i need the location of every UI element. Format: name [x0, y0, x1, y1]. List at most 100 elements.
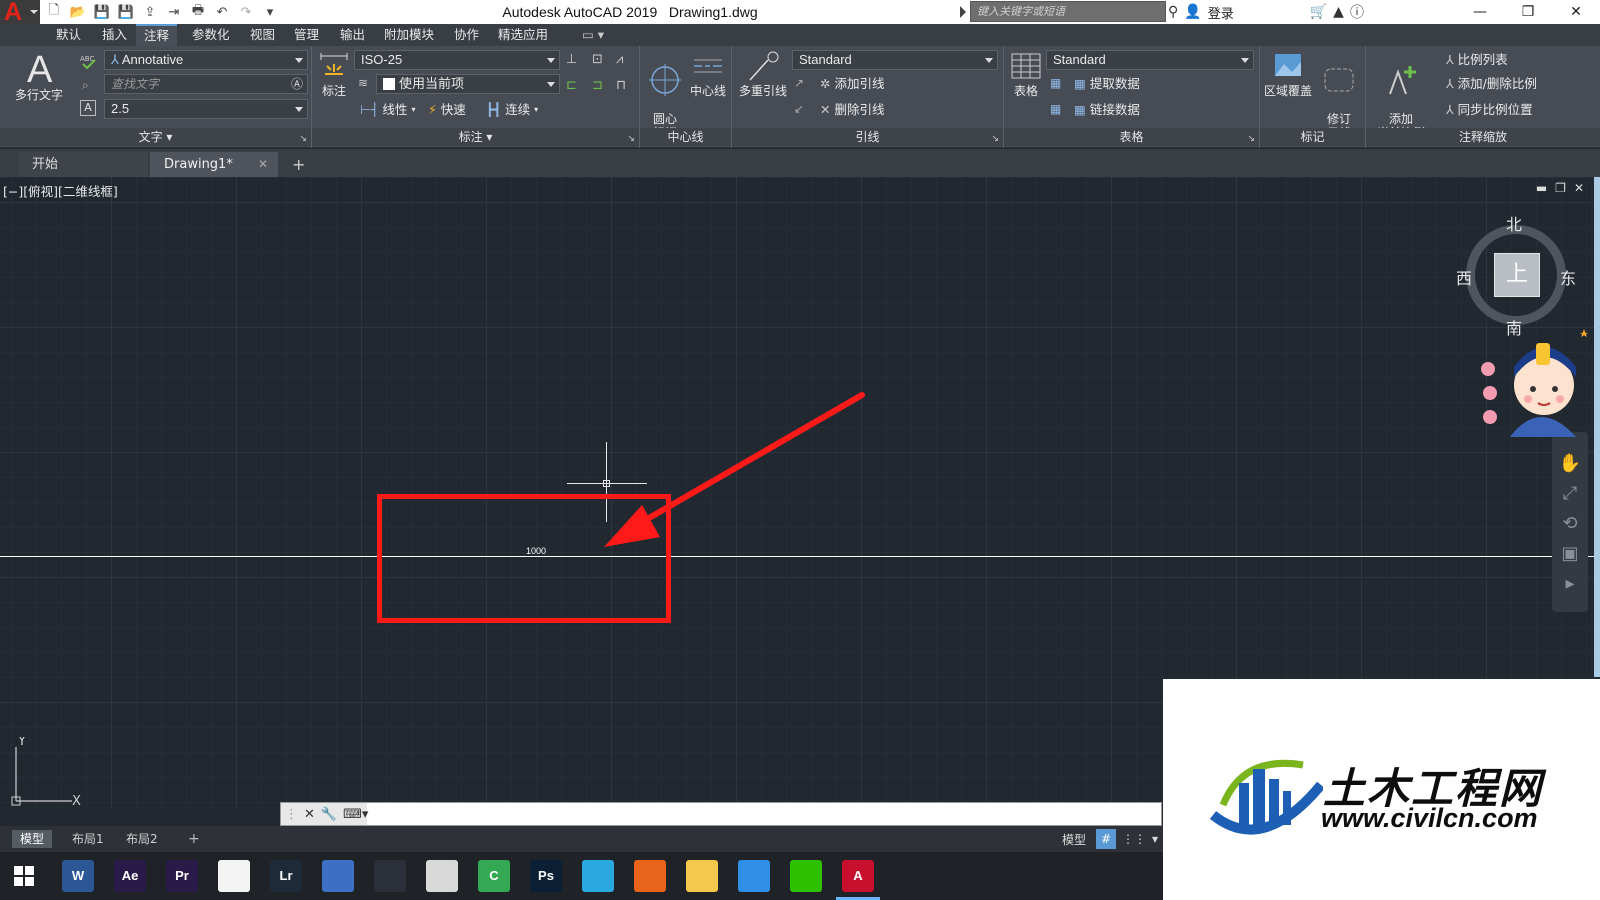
share-icon[interactable]: ⇥ [164, 3, 184, 21]
dimension-panel-label[interactable]: 标注 ▾ [312, 128, 639, 146]
compass-north[interactable]: 北 [1506, 211, 1522, 235]
taskbar-explorer-icon[interactable] [686, 860, 718, 892]
save-icon[interactable]: 💾 [92, 3, 112, 21]
wipeout-button[interactable]: 区域覆盖 [1262, 50, 1314, 98]
mleader-style-select[interactable]: Standard [792, 50, 998, 70]
tab-start[interactable]: 开始 [18, 152, 148, 177]
application-menu-button[interactable]: A [0, 0, 40, 26]
command-prompt-icon[interactable]: ⌨▾ [343, 807, 368, 822]
search-input[interactable]: 键入关键字或短语 [970, 1, 1166, 22]
table-button[interactable]: 表格 [1008, 50, 1044, 98]
mleader-align-icon[interactable]: ↗ [794, 76, 804, 90]
taskbar-word-icon[interactable]: W [62, 860, 94, 892]
a360-icon[interactable]: ▲ [1333, 4, 1344, 20]
open-file-icon[interactable]: 📂 [68, 3, 88, 21]
mleader-collect-icon[interactable]: ↙ [794, 102, 804, 116]
close-icon[interactable]: ✕ [1552, 0, 1600, 24]
showmotion-icon[interactable]: ▣ [1558, 542, 1582, 566]
binoculars-icon[interactable]: ⚲ [1168, 4, 1178, 20]
compass-west[interactable]: 西 [1456, 265, 1472, 289]
layout-tab-1[interactable]: 布局1 [64, 830, 112, 848]
remove-leader-button[interactable]: ✕ 删除引线 [820, 100, 885, 120]
dialog-launcher-icon[interactable]: ↘ [1247, 134, 1255, 144]
dim-space-icon[interactable]: ⊥ [566, 52, 577, 67]
dialog-launcher-icon[interactable]: ↘ [991, 134, 999, 144]
sync-scale-button[interactable]: ⅄ 同步比例位置 [1446, 100, 1533, 120]
qat-customize-icon[interactable]: ▾ [260, 3, 280, 21]
tab-manage[interactable]: 管理 [294, 24, 319, 46]
dimension-button[interactable]: 标注 [318, 52, 350, 98]
taskbar-wechat-icon[interactable] [790, 860, 822, 892]
zoom-extents-icon[interactable]: ⤢ [1558, 482, 1582, 506]
login-link[interactable]: 登录 [1208, 3, 1234, 22]
tab-featured-apps[interactable]: 精选应用 [498, 24, 548, 46]
dim-reassociate-icon[interactable]: ⊓ [616, 78, 626, 93]
tab-annotate[interactable]: 注释 [136, 24, 178, 46]
snap-dropdown-icon[interactable]: ▾ [1152, 832, 1158, 846]
taskbar-app-blue-icon[interactable] [322, 860, 354, 892]
close-command-icon[interactable]: ✕ [304, 807, 315, 822]
mtext-button[interactable]: A 多行文字 [10, 50, 68, 102]
viewcube[interactable]: 上 北 南 西 东 [1456, 211, 1576, 338]
restore-icon[interactable]: ❐ [1504, 0, 1552, 24]
taskbar-lightroom-icon[interactable]: Lr [270, 860, 302, 892]
taskbar-photoshop-icon[interactable]: Ps [530, 860, 562, 892]
expand-search-icon[interactable] [960, 6, 966, 18]
model-space-button[interactable]: 模型 [1058, 831, 1090, 848]
dimension-style-select[interactable]: ISO-25 [354, 50, 560, 70]
center-mark-button[interactable]: 圆心 标记 [646, 50, 684, 140]
undo-icon[interactable]: ↶ [212, 3, 232, 21]
upload-icon[interactable]: ⇪ [140, 3, 160, 21]
text-style-select[interactable]: ⅄ Annotative [104, 50, 308, 70]
command-line[interactable]: ⋮ ✕ 🔧 ⌨▾ [280, 802, 1162, 826]
tab-parametric[interactable]: 参数化 [192, 24, 230, 46]
compass-east[interactable]: 东 [1560, 265, 1576, 289]
continue-dim-button[interactable]: ┣┫ 连续 ▾ [486, 100, 538, 120]
cart-icon[interactable]: 🛒 [1310, 4, 1327, 20]
taskbar-autocad-icon[interactable]: A [836, 860, 880, 900]
pan-hand-icon[interactable]: ✋ [1558, 452, 1582, 476]
dim-oblique-icon[interactable]: ⊏ [566, 78, 577, 93]
add-remove-scale-button[interactable]: ⅄ 添加/删除比例 [1446, 74, 1537, 94]
new-tab-icon[interactable]: + [286, 152, 310, 177]
taskbar-app-swirl-icon[interactable] [738, 860, 770, 892]
scale-list-button[interactable]: ⅄ 比例列表 [1446, 50, 1508, 70]
tab-view[interactable]: 视图 [250, 24, 275, 46]
tab-insert[interactable]: 插入 [102, 24, 127, 46]
taskbar-app-city-icon[interactable] [374, 860, 406, 892]
tab-drawing1[interactable]: Drawing1* ✕ [150, 152, 278, 177]
tab-default[interactable]: 默认 [56, 24, 81, 46]
add-layout-icon[interactable]: + [180, 830, 208, 848]
tab-addins[interactable]: 附加模块 [384, 24, 434, 46]
redo-icon[interactable]: ↷ [236, 3, 256, 21]
help-icon[interactable]: ⓘ [1350, 2, 1364, 22]
navbar-menu-icon[interactable]: ▸ [1558, 572, 1582, 596]
dim-update-icon[interactable]: ⊐ [592, 78, 603, 93]
windows-start-icon[interactable] [14, 866, 34, 886]
find-text-input[interactable]: 查找文字 Ⓐ [104, 74, 308, 94]
taskbar-notepad-icon[interactable] [218, 860, 250, 892]
dimension-layer-select[interactable]: 使用当前项 [376, 74, 560, 94]
new-file-icon[interactable]: 🗋 [44, 3, 64, 21]
taskbar-firefox-icon[interactable] [634, 860, 666, 892]
quick-dim-button[interactable]: ⚡ 快速 [428, 100, 466, 120]
close-tab-icon[interactable]: ✕ [258, 152, 268, 177]
save-as-icon[interactable]: 💾 [116, 3, 136, 21]
customize-wrench-icon[interactable]: 🔧 [321, 807, 337, 822]
linear-dim-button[interactable]: ⊢┤ 线性 ▾ [360, 100, 415, 120]
link-data-button[interactable]: ▦ 链接数据 [1074, 100, 1140, 120]
viewport-restore-icon[interactable]: ❐ [1555, 181, 1566, 195]
taskbar-camtasia-icon[interactable]: C [478, 860, 510, 892]
centerline-button[interactable]: 中心线 [686, 50, 730, 98]
viewport-minimize-icon[interactable]: ▬ [1536, 181, 1547, 195]
layout-tab-model[interactable]: 模型 [12, 830, 53, 848]
dialog-launcher-icon[interactable]: ↘ [299, 134, 307, 144]
viewcube-top-face[interactable]: 上 [1494, 253, 1540, 297]
minimize-icon[interactable]: — [1456, 0, 1504, 24]
viewport-controls-label[interactable]: [−][俯视][二维线框] [3, 181, 118, 200]
ribbon-minimize-icon[interactable]: ▭ ▾ [582, 24, 604, 46]
extract-data-button[interactable]: ▦ 提取数据 [1074, 74, 1140, 94]
grid-icon[interactable]: # [1096, 829, 1117, 849]
add-leader-button[interactable]: ✲ 添加引线 [820, 74, 885, 94]
taskbar-app-monitor-icon[interactable] [582, 860, 614, 892]
